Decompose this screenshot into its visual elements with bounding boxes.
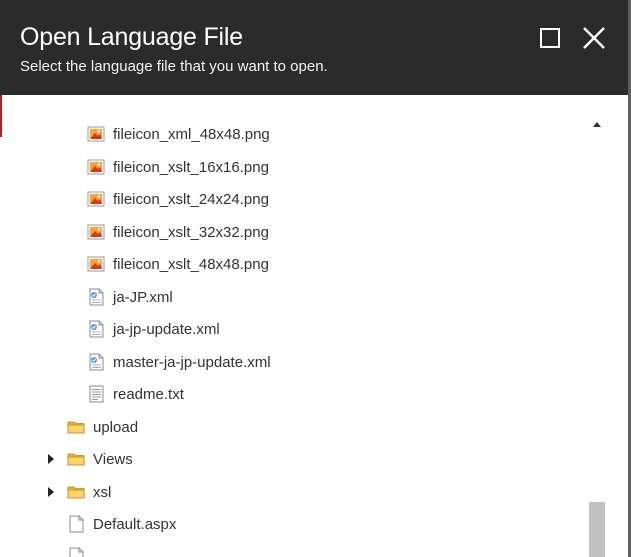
text-file-icon <box>87 385 105 403</box>
tree-item-label: readme.txt <box>113 385 184 403</box>
tree-item-label: upload <box>93 418 139 436</box>
scroll-thumb[interactable] <box>589 502 605 557</box>
tree-folder[interactable]: upload <box>67 415 138 439</box>
dialog-titlebar: Open Language File Select the language f… <box>0 0 631 95</box>
image-file-icon <box>87 158 105 176</box>
image-file-icon <box>87 190 105 208</box>
tree-item[interactable]: fileicon_xslt_16x16.png <box>87 155 269 179</box>
tree-item-label: fileicon_xslt_16x16.png <box>113 158 269 176</box>
expand-arrow-icon[interactable] <box>46 486 56 498</box>
tree-item[interactable]: master-ja-jp-update.xml <box>87 350 271 374</box>
folder-icon <box>67 483 85 501</box>
scroll-up-button[interactable] <box>588 115 606 133</box>
xml-file-icon <box>87 353 105 371</box>
folder-icon <box>67 418 85 436</box>
xml-file-icon <box>87 320 105 338</box>
maximize-button[interactable] <box>536 24 564 52</box>
tree-folder[interactable]: Views <box>67 447 133 471</box>
maximize-icon <box>540 28 560 48</box>
tree-item-label: master-ja-jp-update.xml <box>113 353 271 371</box>
document-icon <box>67 547 85 557</box>
tree-item-partial[interactable] <box>67 544 93 557</box>
tree-item-label: Views <box>93 450 133 468</box>
close-button[interactable] <box>580 24 608 52</box>
document-icon <box>67 515 85 533</box>
tree-item-label: ja-JP.xml <box>113 288 173 306</box>
image-file-icon <box>87 223 105 241</box>
scroll-up-arrow-icon <box>593 122 601 127</box>
folder-icon <box>67 450 85 468</box>
tree-item[interactable]: Default.aspx <box>67 512 176 536</box>
tree-item[interactable]: fileicon_xslt_32x32.png <box>87 220 269 244</box>
tree-item[interactable]: ja-jp-update.xml <box>87 317 220 341</box>
tree-item[interactable]: fileicon_xslt_24x24.png <box>87 187 269 211</box>
expand-arrow-icon[interactable] <box>46 453 56 465</box>
tree-item-label: fileicon_xml_48x48.png <box>113 125 270 143</box>
vertical-scrollbar[interactable] <box>588 115 606 557</box>
dialog-subtitle: Select the language file that you want t… <box>20 58 328 75</box>
xml-file-icon <box>87 288 105 306</box>
tree-item-label: fileicon_xslt_48x48.png <box>113 255 269 273</box>
tree-item-label: ja-jp-update.xml <box>113 320 220 338</box>
tree-folder[interactable]: xsl <box>67 480 111 504</box>
tree-item[interactable]: ja-JP.xml <box>87 285 173 309</box>
file-tree: fileicon_xml_48x48.png fileicon_xslt_16x… <box>0 95 585 557</box>
tree-item-label: fileicon_xslt_24x24.png <box>113 190 269 208</box>
image-file-icon <box>87 255 105 273</box>
tree-item-label: fileicon_xslt_32x32.png <box>113 223 269 241</box>
dialog-title: Open Language File <box>20 23 243 51</box>
close-icon <box>583 27 605 49</box>
tree-item-label: xsl <box>93 483 112 501</box>
tree-item[interactable]: fileicon_xslt_48x48.png <box>87 252 269 276</box>
tree-item-label: Default.aspx <box>93 515 177 533</box>
tree-item[interactable]: readme.txt <box>87 382 184 406</box>
tree-item[interactable]: fileicon_xml_48x48.png <box>87 122 270 146</box>
image-file-icon <box>87 125 105 143</box>
